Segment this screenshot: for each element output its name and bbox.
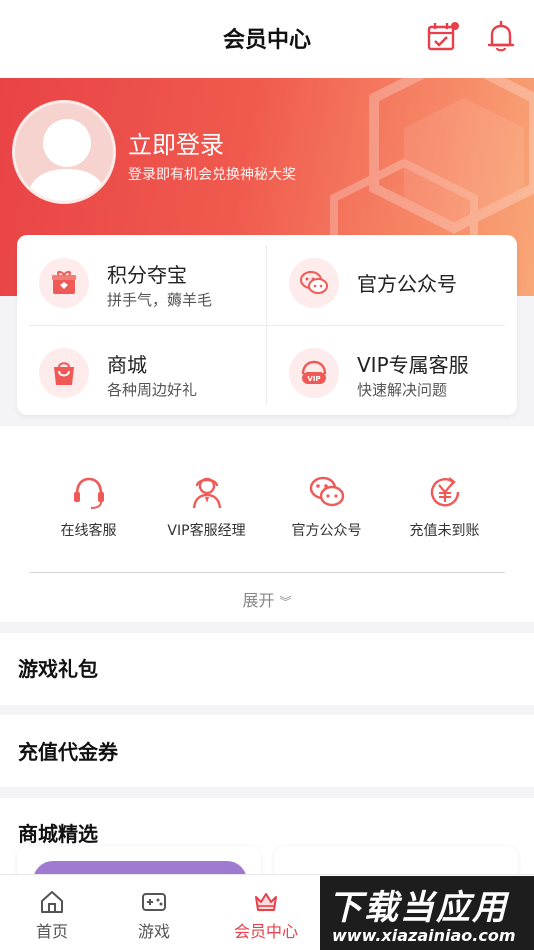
watermark: 下载当应用 www.xiazainiao.com	[320, 876, 534, 950]
tab-label: 游戏	[137, 922, 170, 941]
quick-recharge-issue[interactable]: 充值未到账	[378, 472, 511, 540]
crown-icon	[255, 893, 277, 911]
shop-selection-section: 商城精选	[0, 798, 534, 886]
quick-label: VIP客服经理	[167, 523, 246, 539]
quick-official-account[interactable]: 官方公众号	[260, 472, 393, 540]
service-vip-support[interactable]: VIP VIP专属客服 快速解决问题	[267, 325, 516, 415]
wechat-icon	[289, 258, 339, 308]
game-gift-section[interactable]: 游戏礼包	[0, 633, 534, 705]
quick-services: 在线客服 VIP客服经理 官方公众号 充值未到账 展开 ︾	[0, 426, 534, 622]
quick-label: 充值未到账	[409, 523, 480, 539]
chevron-double-down-icon: ︾	[279, 595, 292, 609]
yuan-refresh-icon	[430, 477, 459, 507]
quick-vip-manager[interactable]: VIP客服经理	[140, 472, 273, 540]
service-title: 商城	[107, 353, 147, 377]
service-card: 积分夺宝 拼手气，薅羊毛 官方公众号 商城 各种周边好礼 VIP VIP专属客服…	[17, 235, 517, 415]
service-title: VIP专属客服	[357, 353, 469, 377]
home-icon	[41, 891, 63, 913]
tab-games[interactable]: 游戏	[114, 889, 194, 942]
login-title[interactable]: 立即登录	[128, 125, 224, 160]
svg-text:VIP: VIP	[307, 375, 320, 383]
quick-label: 在线客服	[60, 523, 117, 539]
service-title: 官方公众号	[357, 272, 457, 296]
section-title: 商城精选	[18, 822, 98, 846]
gamepad-icon	[142, 893, 166, 911]
tab-member-center[interactable]: 会员中心	[226, 889, 306, 942]
avatar[interactable]	[12, 100, 116, 204]
service-shop[interactable]: 商城 各种周边好礼	[17, 325, 266, 415]
service-subtitle: 各种周边好礼	[107, 381, 198, 399]
quick-label: 官方公众号	[291, 523, 362, 539]
agent-icon	[192, 477, 221, 509]
wechat-icon	[309, 476, 344, 507]
service-subtitle: 拼手气，薅羊毛	[107, 291, 213, 309]
section-title: 充值代金券	[18, 740, 118, 764]
top-nav-bar: 会员中心	[0, 0, 534, 78]
watermark-title: 下载当应用	[328, 888, 508, 928]
vip-headset-icon: VIP	[289, 348, 339, 398]
service-title: 积分夺宝	[107, 263, 187, 287]
tab-label: 首页	[35, 922, 68, 941]
headset-icon	[73, 477, 104, 509]
gift-box-icon	[39, 258, 89, 308]
watermark-url: www.xiazainiao.com	[332, 926, 516, 945]
voucher-section[interactable]: 充值代金券	[0, 715, 534, 787]
login-subtitle: 登录即有机会兑换神秘大奖	[128, 167, 296, 183]
service-points-lottery[interactable]: 积分夺宝 拼手气，薅羊毛	[17, 235, 266, 325]
expand-label: 展开	[242, 591, 275, 610]
section-title: 游戏礼包	[18, 657, 98, 681]
divider	[29, 572, 505, 573]
expand-button[interactable]: 展开 ︾	[0, 587, 534, 611]
tab-label: 会员中心	[233, 922, 298, 941]
quick-online-support[interactable]: 在线客服	[22, 472, 155, 540]
shopping-bag-icon	[39, 348, 89, 398]
service-subtitle: 快速解决问题	[357, 381, 448, 399]
calendar-check-icon[interactable]	[426, 20, 460, 54]
bell-icon[interactable]	[484, 20, 518, 54]
user-silhouette-icon	[25, 119, 109, 201]
tab-home[interactable]: 首页	[12, 889, 92, 942]
service-official-account[interactable]: 官方公众号	[267, 235, 516, 325]
